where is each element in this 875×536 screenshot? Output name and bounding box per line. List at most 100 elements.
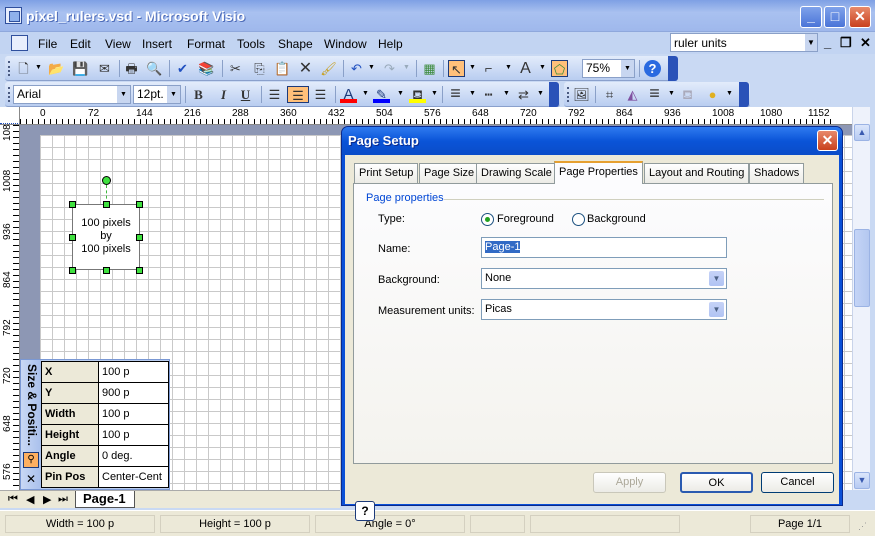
open-icon[interactable]: 📂 xyxy=(48,60,65,77)
chevron-down-icon[interactable]: ▼ xyxy=(726,90,733,97)
tab-drawing-scale[interactable]: Drawing Scale xyxy=(476,163,557,183)
menu-tools[interactable]: Tools xyxy=(237,37,265,51)
menu-file[interactable]: File xyxy=(38,37,57,51)
first-page-icon[interactable]: ⏮ xyxy=(8,493,18,506)
bold-button[interactable]: B xyxy=(190,86,207,103)
horizontal-ruler[interactable]: 0 72 144 216 288 360 432 504 576 648 720… xyxy=(0,107,855,125)
cut-icon[interactable]: ✂ xyxy=(227,60,244,77)
menu-insert[interactable]: Insert xyxy=(142,37,172,51)
chevron-down-icon[interactable]: ▼ xyxy=(537,90,544,97)
line-pattern-icon[interactable]: ┅ xyxy=(480,86,497,103)
rotation-handle[interactable] xyxy=(102,176,111,185)
maximize-button[interactable]: □ xyxy=(824,6,846,28)
scroll-up-button[interactable]: ▲ xyxy=(854,124,870,141)
document-icon[interactable] xyxy=(11,35,28,51)
chevron-down-icon[interactable]: ▼ xyxy=(505,64,512,71)
tab-page-size[interactable]: Page Size xyxy=(419,163,480,183)
chevron-down-icon[interactable]: ▼ xyxy=(35,64,42,71)
new-icon[interactable]: 🗋 xyxy=(15,60,32,77)
fill-color-icon[interactable]: ⛾ xyxy=(409,86,426,103)
picture-line-icon[interactable]: ≡ xyxy=(646,84,663,103)
save-icon[interactable]: 💾 xyxy=(72,60,89,77)
shadow-icon[interactable]: ● xyxy=(704,86,721,103)
rotate-icon[interactable]: ◭ xyxy=(624,86,641,103)
foreground-label[interactable]: Foreground xyxy=(497,213,554,225)
selection-handle[interactable] xyxy=(136,234,143,241)
help-button[interactable]: ? xyxy=(355,501,375,521)
chevron-down-icon[interactable]: ▼ xyxy=(539,64,546,71)
tab-print-setup[interactable]: Print Setup xyxy=(354,163,419,183)
chevron-down-icon[interactable]: ▼ xyxy=(362,90,369,97)
selection-handle[interactable] xyxy=(103,201,110,208)
vertical-ruler[interactable]: 108 1008 936 864 792 720 648 576 xyxy=(0,124,20,490)
chevron-down-icon[interactable]: ▼ xyxy=(397,90,404,97)
align-left-icon[interactable]: ☰ xyxy=(266,86,283,103)
ok-button[interactable]: OK xyxy=(680,472,753,493)
pointer-tool-icon[interactable]: ↖ xyxy=(448,60,465,77)
underline-button[interactable]: U xyxy=(237,86,254,103)
chevron-down-icon[interactable]: ▼ xyxy=(805,34,817,51)
line-color-icon[interactable]: ✎ xyxy=(373,86,390,103)
insert-picture-icon[interactable]: 🖼 xyxy=(573,86,590,103)
measurement-units-select[interactable]: Picas ▼ xyxy=(481,299,727,320)
zoom-select[interactable]: 75% ▼ xyxy=(582,59,635,78)
mdi-restore-button[interactable]: ❐ xyxy=(840,35,852,51)
resize-grip-icon[interactable]: ⋰ xyxy=(858,521,867,532)
research-icon[interactable]: 📚 xyxy=(198,60,215,77)
shapes-icon[interactable]: ▦ xyxy=(421,60,438,77)
help-icon[interactable]: ? xyxy=(644,60,661,77)
line-ends-icon[interactable]: ⇄ xyxy=(515,86,532,103)
toolbar-grip[interactable] xyxy=(8,61,10,76)
prev-page-icon[interactable]: ◀ xyxy=(26,493,34,506)
selection-handle[interactable] xyxy=(103,267,110,274)
pin-icon[interactable]: ⚲ xyxy=(23,452,39,468)
property-value[interactable]: 100 p xyxy=(98,424,169,446)
chevron-down-icon[interactable]: ▼ xyxy=(469,64,476,71)
last-page-icon[interactable]: ⏭ xyxy=(58,493,68,506)
chevron-down-icon[interactable]: ▼ xyxy=(709,302,724,317)
align-right-icon[interactable]: ☰ xyxy=(312,86,329,103)
spelling-icon[interactable]: ✔ xyxy=(174,60,191,77)
paste-icon[interactable]: 📋 xyxy=(274,60,291,77)
size-position-titlebar[interactable]: Size & Positi... ⚲ ✕ xyxy=(21,360,41,489)
toolbar-grip[interactable] xyxy=(567,87,569,102)
menu-window[interactable]: Window xyxy=(324,37,367,51)
font-size-select[interactable]: 12pt. ▼ xyxy=(133,85,181,104)
help-search-box[interactable]: ruler units ▼ xyxy=(670,33,818,52)
background-radio[interactable] xyxy=(572,213,585,226)
toolbar-options-icon[interactable] xyxy=(549,82,559,107)
menu-help[interactable]: Help xyxy=(378,37,403,51)
selection-handle[interactable] xyxy=(69,201,76,208)
chevron-down-icon[interactable]: ▼ xyxy=(621,60,634,77)
property-value[interactable]: 100 p xyxy=(98,403,169,425)
next-page-icon[interactable]: ▶ xyxy=(43,493,51,506)
property-value[interactable]: 0 deg. xyxy=(98,445,169,467)
close-button[interactable]: ✕ xyxy=(849,6,871,28)
align-center-icon[interactable]: ☰ xyxy=(287,86,309,103)
chevron-down-icon[interactable]: ▼ xyxy=(368,64,375,71)
toolbar-options-icon[interactable] xyxy=(668,56,678,81)
chevron-down-icon[interactable]: ▼ xyxy=(709,271,724,286)
chevron-down-icon[interactable]: ▼ xyxy=(668,90,675,97)
page-tab[interactable]: Page-1 xyxy=(75,491,135,508)
selection-handle[interactable] xyxy=(136,267,143,274)
background-select[interactable]: None ▼ xyxy=(481,268,727,289)
mdi-close-button[interactable]: ✕ xyxy=(860,35,871,51)
send-icon[interactable]: ✉ xyxy=(96,60,113,77)
italic-button[interactable]: I xyxy=(215,86,232,103)
selection-handle[interactable] xyxy=(69,267,76,274)
dialog-close-button[interactable]: ✕ xyxy=(817,130,838,151)
chevron-down-icon[interactable]: ▼ xyxy=(469,90,476,97)
crop-icon[interactable]: ⌗ xyxy=(601,86,618,103)
menu-format[interactable]: Format xyxy=(187,37,225,51)
menu-view[interactable]: View xyxy=(105,37,131,51)
delete-icon[interactable]: ✕ xyxy=(297,60,314,77)
text-tool-icon[interactable]: A xyxy=(517,60,534,77)
property-value[interactable]: Center-Cent xyxy=(98,466,169,488)
drawing-tool-icon[interactable]: ⬠ xyxy=(551,60,568,77)
chevron-down-icon[interactable]: ▼ xyxy=(167,86,180,103)
chevron-down-icon[interactable]: ▼ xyxy=(431,90,438,97)
property-value[interactable]: 900 p xyxy=(98,382,169,404)
dialog-titlebar[interactable]: Page Setup ✕ xyxy=(342,127,842,155)
minimize-button[interactable]: _ xyxy=(800,6,822,28)
